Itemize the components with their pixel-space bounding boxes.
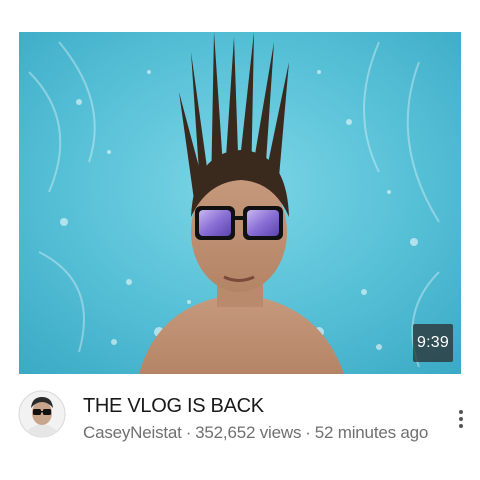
duration-badge: 9:39: [413, 324, 453, 362]
channel-avatar[interactable]: [18, 386, 66, 442]
meta-separator: ·: [305, 423, 311, 442]
meta-separator: ·: [185, 423, 192, 442]
thumbnail-image: [19, 32, 461, 374]
avatar-image: [18, 390, 66, 438]
more-options-button[interactable]: [450, 404, 472, 434]
more-vert-icon: [459, 410, 463, 414]
upload-age: 52 minutes ago: [314, 423, 429, 442]
view-count: 352,652 views: [195, 423, 302, 442]
video-thumbnail[interactable]: 9:39: [19, 32, 461, 374]
more-vert-icon-dot: [459, 417, 463, 421]
channel-name[interactable]: CaseyNeistat: [83, 423, 182, 442]
video-title[interactable]: THE VLOG IS BACK: [83, 395, 264, 418]
video-meta: CaseyNeistat · 352,652 views · 52 minutes ag…: [83, 423, 428, 443]
video-card: 9:39 THE VLOG IS BACK CaseyNeistat · 352…: [0, 0, 480, 480]
video-info: THE VLOG IS BACK CaseyNeistat · 352,652 vi…: [0, 382, 480, 452]
more-vert-icon-dot: [459, 424, 463, 428]
